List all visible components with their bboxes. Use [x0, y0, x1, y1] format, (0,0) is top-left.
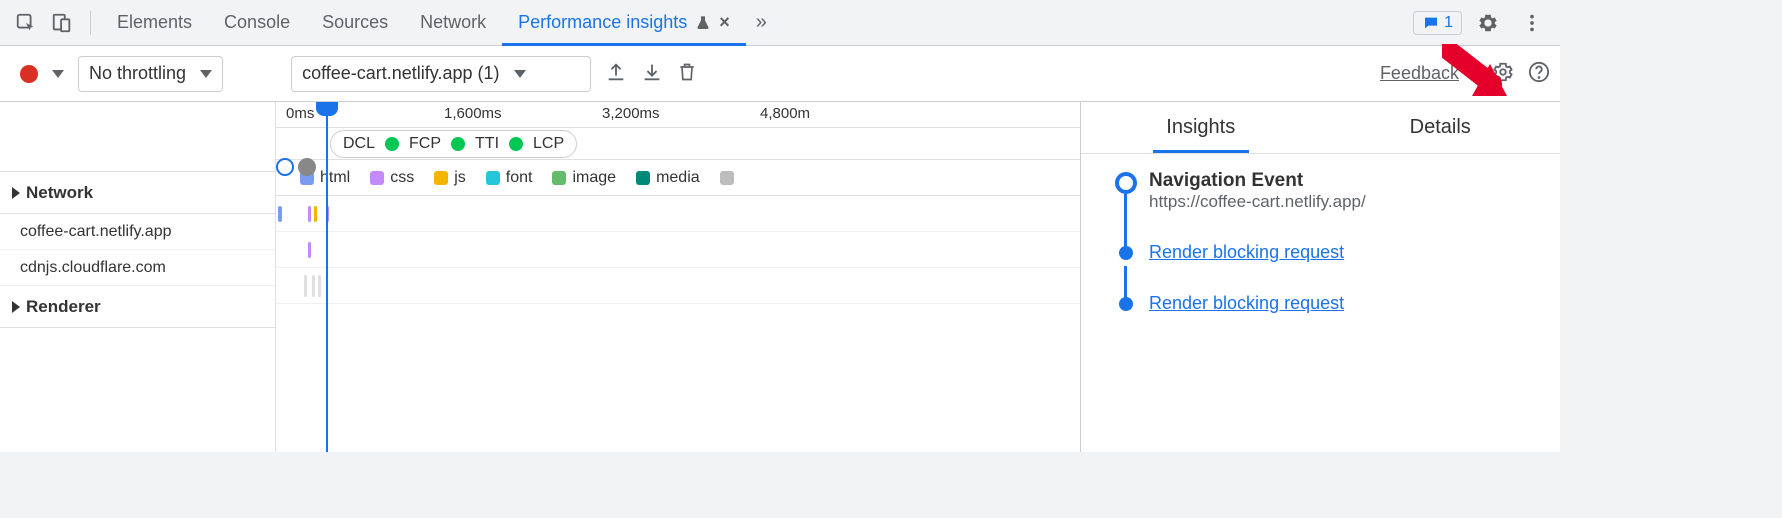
- insight-node-render-block[interactable]: Render blocking request: [1109, 293, 1544, 314]
- disclosure-triangle-icon: [12, 187, 20, 199]
- time-ruler[interactable]: 0ms 1,600ms 3,200ms 4,800m: [276, 102, 1080, 128]
- marker-dcl: DCL: [343, 135, 375, 153]
- tab-elements[interactable]: Elements: [101, 0, 208, 45]
- throttling-select[interactable]: No throttling: [78, 56, 223, 92]
- timing-markers-row: DCL FCP TTI LCP: [276, 128, 1080, 160]
- close-tab-icon[interactable]: ×: [719, 12, 730, 33]
- swatch-icon: [636, 171, 650, 185]
- insights-tabs: Insights Details: [1081, 102, 1560, 154]
- issues-count: 1: [1444, 14, 1453, 32]
- request-bar[interactable]: [308, 242, 311, 258]
- devtools-tabstrip: Elements Console Sources Network Perform…: [0, 0, 1560, 46]
- dot-icon: [385, 137, 399, 151]
- render-blocking-link[interactable]: Render blocking request: [1149, 242, 1344, 262]
- swatch-icon: [486, 171, 500, 185]
- recording-select[interactable]: coffee-cart.netlify.app (1): [291, 56, 591, 92]
- annotation-arrow-icon: [1442, 44, 1512, 104]
- insights-toolbar: No throttling coffee-cart.netlify.app (1…: [0, 46, 1560, 102]
- playhead-handle[interactable]: [316, 102, 338, 116]
- record-options-dropdown[interactable]: [52, 70, 64, 78]
- swatch-icon: [370, 171, 384, 185]
- insights-panel: Insights Details Navigation Event https:…: [1080, 102, 1560, 452]
- dot-icon: [451, 137, 465, 151]
- host-row[interactable]: cdnjs.cloudflare.com: [0, 250, 275, 286]
- tab-insights[interactable]: Insights: [1081, 102, 1321, 153]
- marker-lcp: LCP: [533, 135, 564, 153]
- ruler-tick: 1,600ms: [444, 105, 502, 122]
- insight-node-render-block[interactable]: Render blocking request: [1109, 242, 1544, 263]
- chevron-down-icon: [200, 70, 212, 78]
- insight-node-navigation[interactable]: Navigation Event https://coffee-cart.net…: [1109, 170, 1544, 212]
- swatch-icon: [434, 171, 448, 185]
- kebab-menu-icon[interactable]: [1514, 5, 1550, 41]
- disclosure-triangle-icon: [12, 301, 20, 313]
- tab-network[interactable]: Network: [404, 0, 502, 45]
- import-icon[interactable]: [641, 61, 663, 87]
- help-icon[interactable]: [1528, 61, 1550, 87]
- ruler-tick: 3,200ms: [602, 105, 660, 122]
- dot-icon: [509, 137, 523, 151]
- tab-sources[interactable]: Sources: [306, 0, 404, 45]
- tab-performance-insights[interactable]: Performance insights ×: [502, 0, 746, 45]
- timeline-node-icon: [1115, 172, 1137, 194]
- marker-tti: TTI: [475, 135, 499, 153]
- insight-url: https://coffee-cart.netlify.app/: [1149, 192, 1544, 212]
- message-icon: [1422, 15, 1440, 31]
- swatch-icon: [552, 171, 566, 185]
- timeline-panel[interactable]: 0ms 1,600ms 3,200ms 4,800m DCL FCP TTI L…: [276, 102, 1080, 452]
- divider: [90, 11, 91, 35]
- insight-title: Navigation Event: [1149, 170, 1544, 192]
- delete-icon[interactable]: [677, 61, 697, 87]
- device-toggle-icon[interactable]: [44, 5, 80, 41]
- section-renderer[interactable]: Renderer: [0, 286, 275, 328]
- record-button[interactable]: [20, 65, 38, 83]
- tab-console[interactable]: Console: [208, 0, 306, 45]
- marker-open-icon: [276, 158, 294, 176]
- insights-body: Navigation Event https://coffee-cart.net…: [1081, 154, 1560, 314]
- playhead-line: [326, 102, 328, 452]
- panel-tabs: Elements Console Sources Network Perform…: [101, 0, 777, 45]
- timing-marker-pills: DCL FCP TTI LCP: [330, 130, 577, 158]
- experiment-icon: [695, 14, 711, 32]
- issues-badge[interactable]: 1: [1413, 11, 1462, 35]
- ruler-tick: 0ms: [286, 105, 314, 122]
- header-right-tools: 1: [1413, 0, 1550, 45]
- more-tabs-icon[interactable]: »: [746, 11, 777, 34]
- renderer-track[interactable]: [276, 268, 1080, 304]
- chevron-down-icon: [514, 70, 526, 78]
- network-track[interactable]: [276, 196, 1080, 232]
- section-network[interactable]: Network: [0, 172, 275, 214]
- request-bar[interactable]: [278, 206, 282, 222]
- swatch-icon: [720, 171, 734, 185]
- export-icon[interactable]: [605, 61, 627, 87]
- render-blocking-link[interactable]: Render blocking request: [1149, 293, 1344, 313]
- left-sidebar: Network coffee-cart.netlify.app cdnjs.cl…: [0, 102, 276, 452]
- inspect-element-icon[interactable]: [8, 5, 44, 41]
- ruler-tick: 4,800m: [760, 105, 810, 122]
- main-area: Network coffee-cart.netlify.app cdnjs.cl…: [0, 102, 1560, 452]
- resource-legend: html css js font image media: [276, 160, 1080, 196]
- renderer-bar[interactable]: [304, 275, 307, 297]
- host-row[interactable]: coffee-cart.netlify.app: [0, 214, 275, 250]
- request-bar[interactable]: [314, 206, 317, 222]
- tab-details[interactable]: Details: [1321, 102, 1561, 153]
- renderer-bar[interactable]: [318, 275, 321, 297]
- marker-filled-icon: [298, 158, 316, 176]
- marker-fcp: FCP: [409, 135, 441, 153]
- settings-gear-icon[interactable]: [1470, 5, 1506, 41]
- renderer-bar[interactable]: [312, 275, 315, 297]
- timeline-node-icon: [1119, 297, 1133, 311]
- network-track[interactable]: [276, 232, 1080, 268]
- timeline-node-icon: [1119, 246, 1133, 260]
- request-bar[interactable]: [308, 206, 311, 222]
